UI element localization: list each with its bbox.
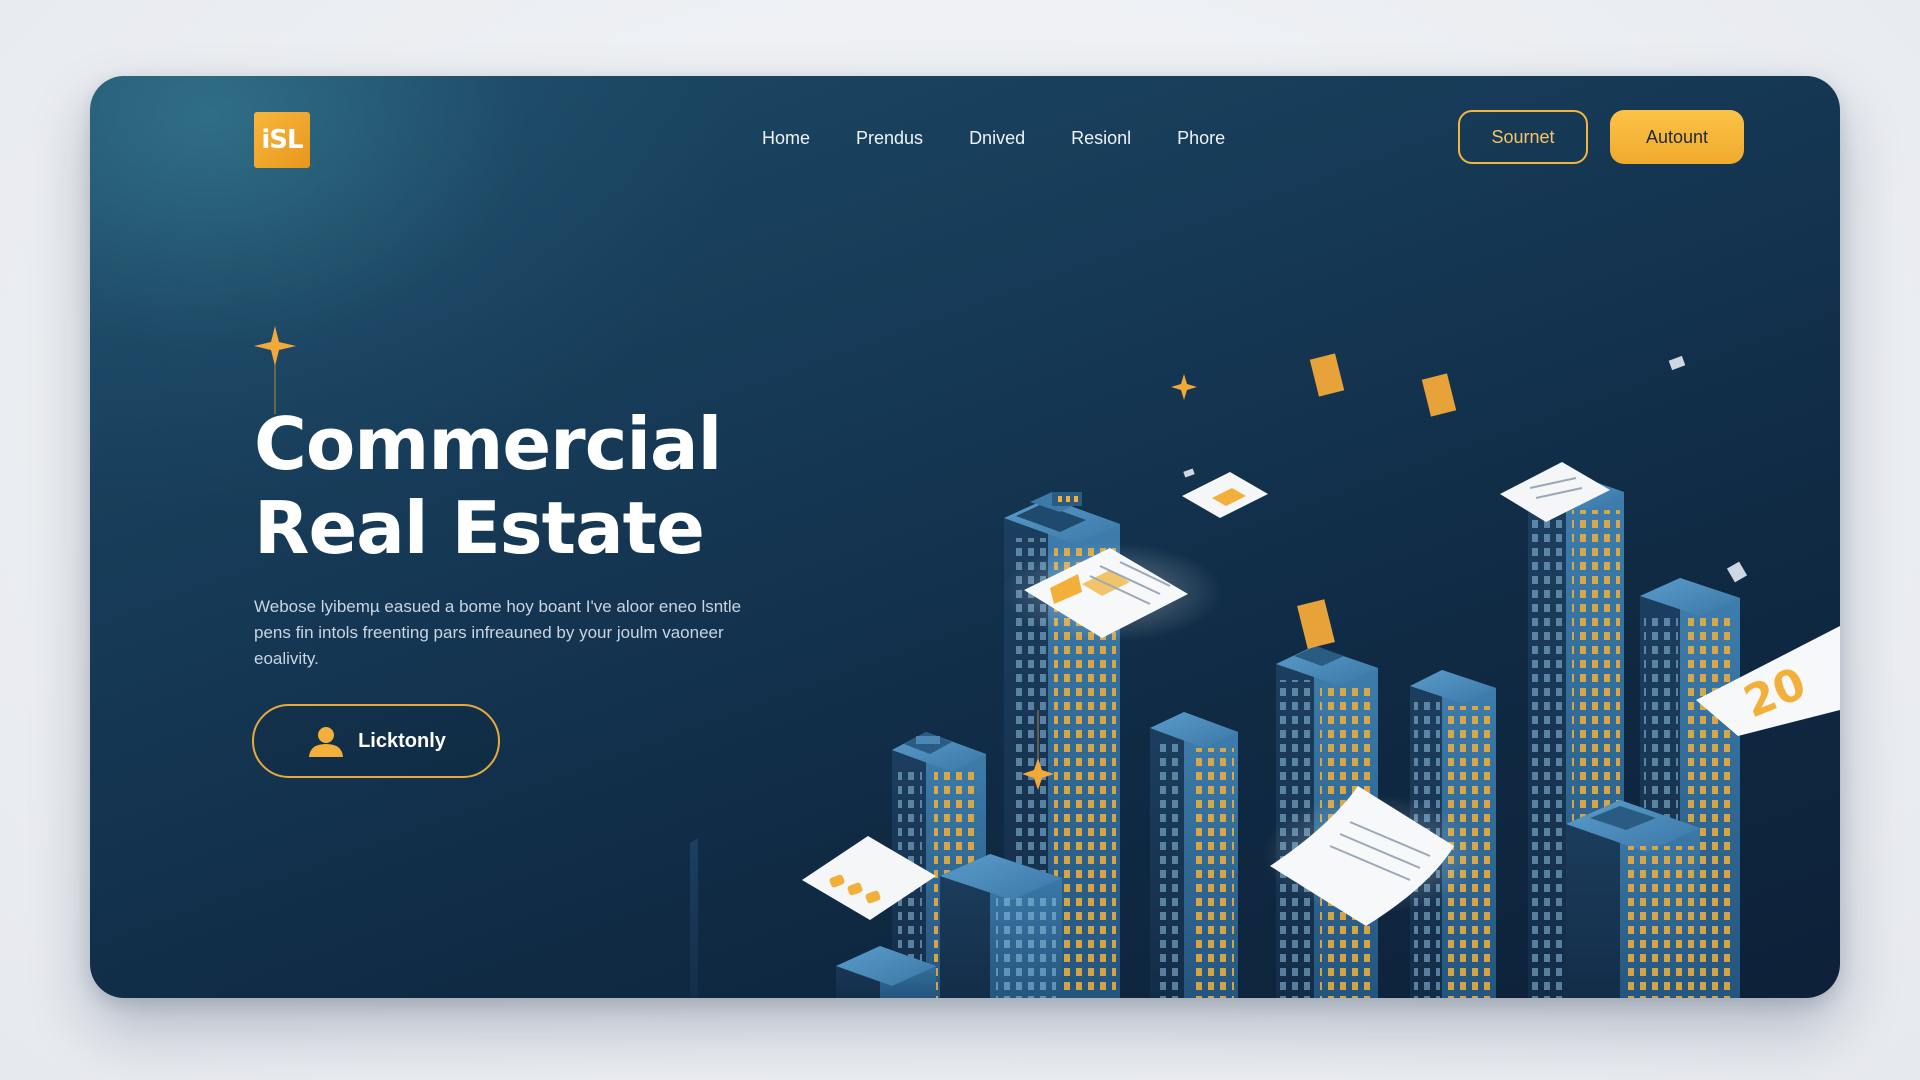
skyscraper-icon bbox=[690, 838, 698, 998]
nav-item-resionl[interactable]: Resionl bbox=[1071, 126, 1131, 150]
hero-title-line-2: Real Estate bbox=[254, 486, 705, 570]
brand-logo[interactable]: iSL bbox=[254, 112, 310, 168]
document-icon bbox=[1297, 599, 1335, 649]
primary-button[interactable]: Autount bbox=[1610, 110, 1744, 164]
city-illustration: 20 bbox=[690, 353, 1840, 998]
hero-title: Commercial Real Estate bbox=[254, 402, 722, 570]
logo-text: iSL bbox=[261, 125, 303, 155]
skyscraper-icon bbox=[940, 854, 1062, 998]
skyscraper-icon bbox=[1150, 712, 1238, 998]
nav-item-phore[interactable]: Phore bbox=[1177, 126, 1225, 150]
skyscraper-icon bbox=[1566, 800, 1700, 998]
nav-item-dnived[interactable]: Dnived bbox=[969, 126, 1025, 150]
debris-icon bbox=[1726, 561, 1748, 583]
main-nav: Home Prendus Dnived Resionl Phore bbox=[762, 126, 1225, 150]
nav-item-home[interactable]: Home bbox=[762, 126, 810, 150]
document-icon bbox=[1182, 472, 1268, 518]
document-icon bbox=[1309, 353, 1345, 397]
cta-button[interactable]: Licktonly bbox=[252, 704, 500, 778]
document-icon bbox=[1002, 542, 1222, 642]
sparkle-icon bbox=[1171, 374, 1197, 400]
nav-item-prendus[interactable]: Prendus bbox=[856, 126, 923, 150]
hero-card: iSL Home Prendus Dnived Resionl Phore So… bbox=[90, 76, 1840, 998]
cta-label: Licktonly bbox=[358, 729, 446, 752]
outline-button[interactable]: Sournet bbox=[1458, 110, 1588, 164]
document-icon bbox=[1421, 373, 1457, 417]
sparkle-icon bbox=[254, 326, 296, 414]
user-icon bbox=[309, 727, 344, 757]
debris-icon bbox=[1183, 468, 1195, 478]
debris-icon bbox=[1668, 355, 1686, 371]
hero-title-line-1: Commercial bbox=[254, 402, 722, 486]
